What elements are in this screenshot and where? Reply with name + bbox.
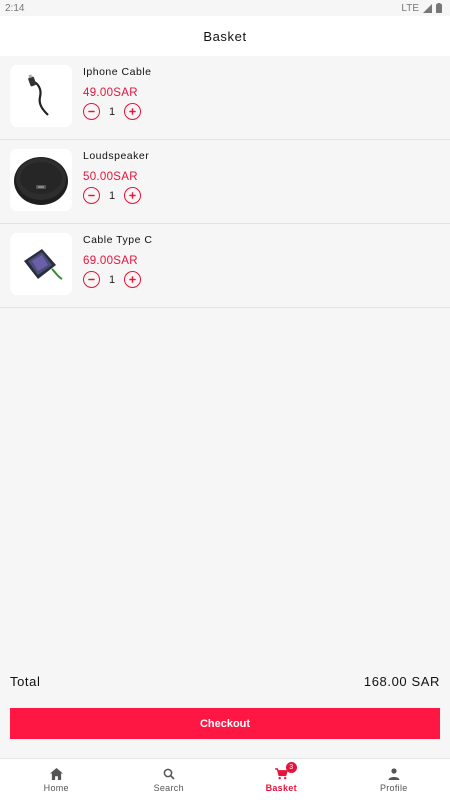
decrease-quantity-button[interactable]: [83, 187, 100, 204]
tab-search[interactable]: Search: [113, 759, 226, 800]
cart-item[interactable]: Cable Type C 69.00SAR 1: [0, 224, 450, 308]
product-price: 69.00SAR: [83, 255, 138, 267]
minus-icon: [88, 278, 95, 281]
product-image: [10, 233, 72, 295]
tab-label: Basket: [265, 782, 297, 793]
quantity-stepper: 1: [83, 271, 152, 288]
tab-profile[interactable]: Profile: [338, 759, 450, 800]
quantity-value: 1: [108, 105, 116, 118]
product-image: [10, 65, 72, 127]
signal-icon: [423, 3, 432, 13]
checkout-button[interactable]: Checkout: [10, 708, 440, 739]
speaker-image: [14, 157, 68, 205]
status-time: 2:14: [5, 2, 25, 14]
product-image: [10, 149, 72, 211]
product-price: 49.00SAR: [83, 87, 138, 99]
status-indicators: LTE: [401, 3, 442, 14]
quantity-value: 1: [108, 189, 116, 202]
product-price: 50.00SAR: [83, 171, 138, 183]
cart-item[interactable]: Iphone Cable 49.00SAR 1: [0, 56, 450, 140]
decrease-quantity-button[interactable]: [83, 271, 100, 288]
battery-icon: [436, 3, 442, 13]
plus-icon: [129, 276, 136, 283]
minus-icon: [88, 110, 95, 113]
cart-item-info: Cable Type C 69.00SAR 1: [83, 233, 152, 288]
product-name: Iphone Cable: [83, 66, 152, 78]
quantity-value: 1: [108, 273, 116, 286]
search-icon: [163, 768, 175, 780]
plus-icon: [129, 108, 136, 115]
network-label: LTE: [401, 2, 419, 14]
cable-image: [28, 74, 49, 116]
status-bar: 2:14 LTE: [0, 0, 450, 16]
tab-label: Search: [153, 782, 184, 793]
total-value: 168.00 SAR: [363, 674, 440, 689]
cart-item-info: Loudspeaker 50.00SAR 1: [83, 149, 149, 204]
home-icon: [49, 767, 63, 780]
cart-count-badge: 3: [285, 762, 297, 773]
product-name: Cable Type C: [83, 234, 153, 246]
cart-item-info: Iphone Cable 49.00SAR 1: [83, 65, 151, 120]
cart-item-list: Iphone Cable 49.00SAR 1 Loudspeaker 50.0…: [0, 56, 450, 308]
total-label: Total: [10, 674, 41, 689]
tab-label: Profile: [379, 782, 408, 793]
tab-basket[interactable]: 3 Basket: [225, 759, 338, 800]
wireless-charger-image: [24, 249, 63, 280]
cart-item[interactable]: Loudspeaker 50.00SAR 1: [0, 140, 450, 224]
tab-home[interactable]: Home: [0, 759, 113, 800]
minus-icon: [88, 194, 95, 197]
quantity-stepper: 1: [83, 103, 151, 120]
page-title: Basket: [203, 28, 247, 44]
increase-quantity-button[interactable]: [124, 187, 141, 204]
person-icon: [388, 767, 400, 780]
increase-quantity-button[interactable]: [124, 271, 141, 288]
tab-label: Home: [43, 782, 69, 793]
quantity-stepper: 1: [83, 187, 149, 204]
bottom-tab-bar: Home Search 3 Basket Profile: [0, 758, 450, 800]
increase-quantity-button[interactable]: [124, 103, 141, 120]
decrease-quantity-button[interactable]: [83, 103, 100, 120]
plus-icon: [129, 192, 136, 199]
total-row: Total 168.00 SAR: [10, 674, 440, 689]
app-header: Basket: [0, 16, 450, 56]
product-name: Loudspeaker: [83, 150, 150, 162]
